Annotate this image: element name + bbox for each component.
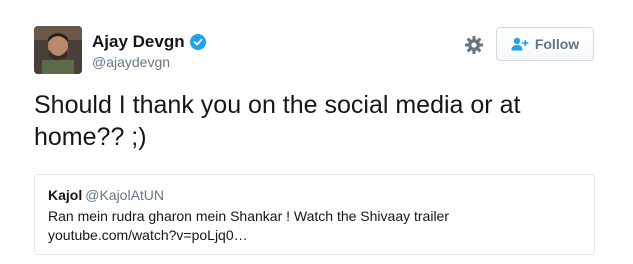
quoted-tweet-header: Kajol @KajolAtUN [48, 186, 581, 204]
quoted-tweet-card[interactable]: Kajol @KajolAtUN Ran mein rudra gharon me… [34, 174, 595, 255]
avatar[interactable] [34, 26, 82, 74]
add-person-icon [511, 37, 529, 51]
gear-icon[interactable] [464, 35, 484, 55]
quoted-tweet-text: Ran mein rudra gharon mein Shankar ! Wat… [48, 207, 581, 245]
follow-button-label: Follow [534, 36, 580, 52]
quoted-author-name: Kajol [48, 187, 83, 203]
follow-button[interactable]: Follow [496, 27, 594, 61]
tweet-author: Ajay Devgn @ajaydevgn [92, 32, 206, 71]
tweet-text: Should I thank you on the social media o… [34, 91, 521, 151]
author-handle[interactable]: @ajaydevgn [92, 53, 206, 71]
verified-badge-icon [189, 34, 206, 50]
quoted-tweet-text-line: Ran mein rudra gharon mein Shankar ! Wat… [48, 208, 450, 224]
author-display-name[interactable]: Ajay Devgn [92, 32, 185, 52]
quoted-author-handle: @KajolAtUN [85, 187, 165, 203]
quoted-tweet-link[interactable]: youtube.com/watch?v=poLjq0… [48, 226, 581, 245]
author-name-row: Ajay Devgn [92, 32, 206, 52]
